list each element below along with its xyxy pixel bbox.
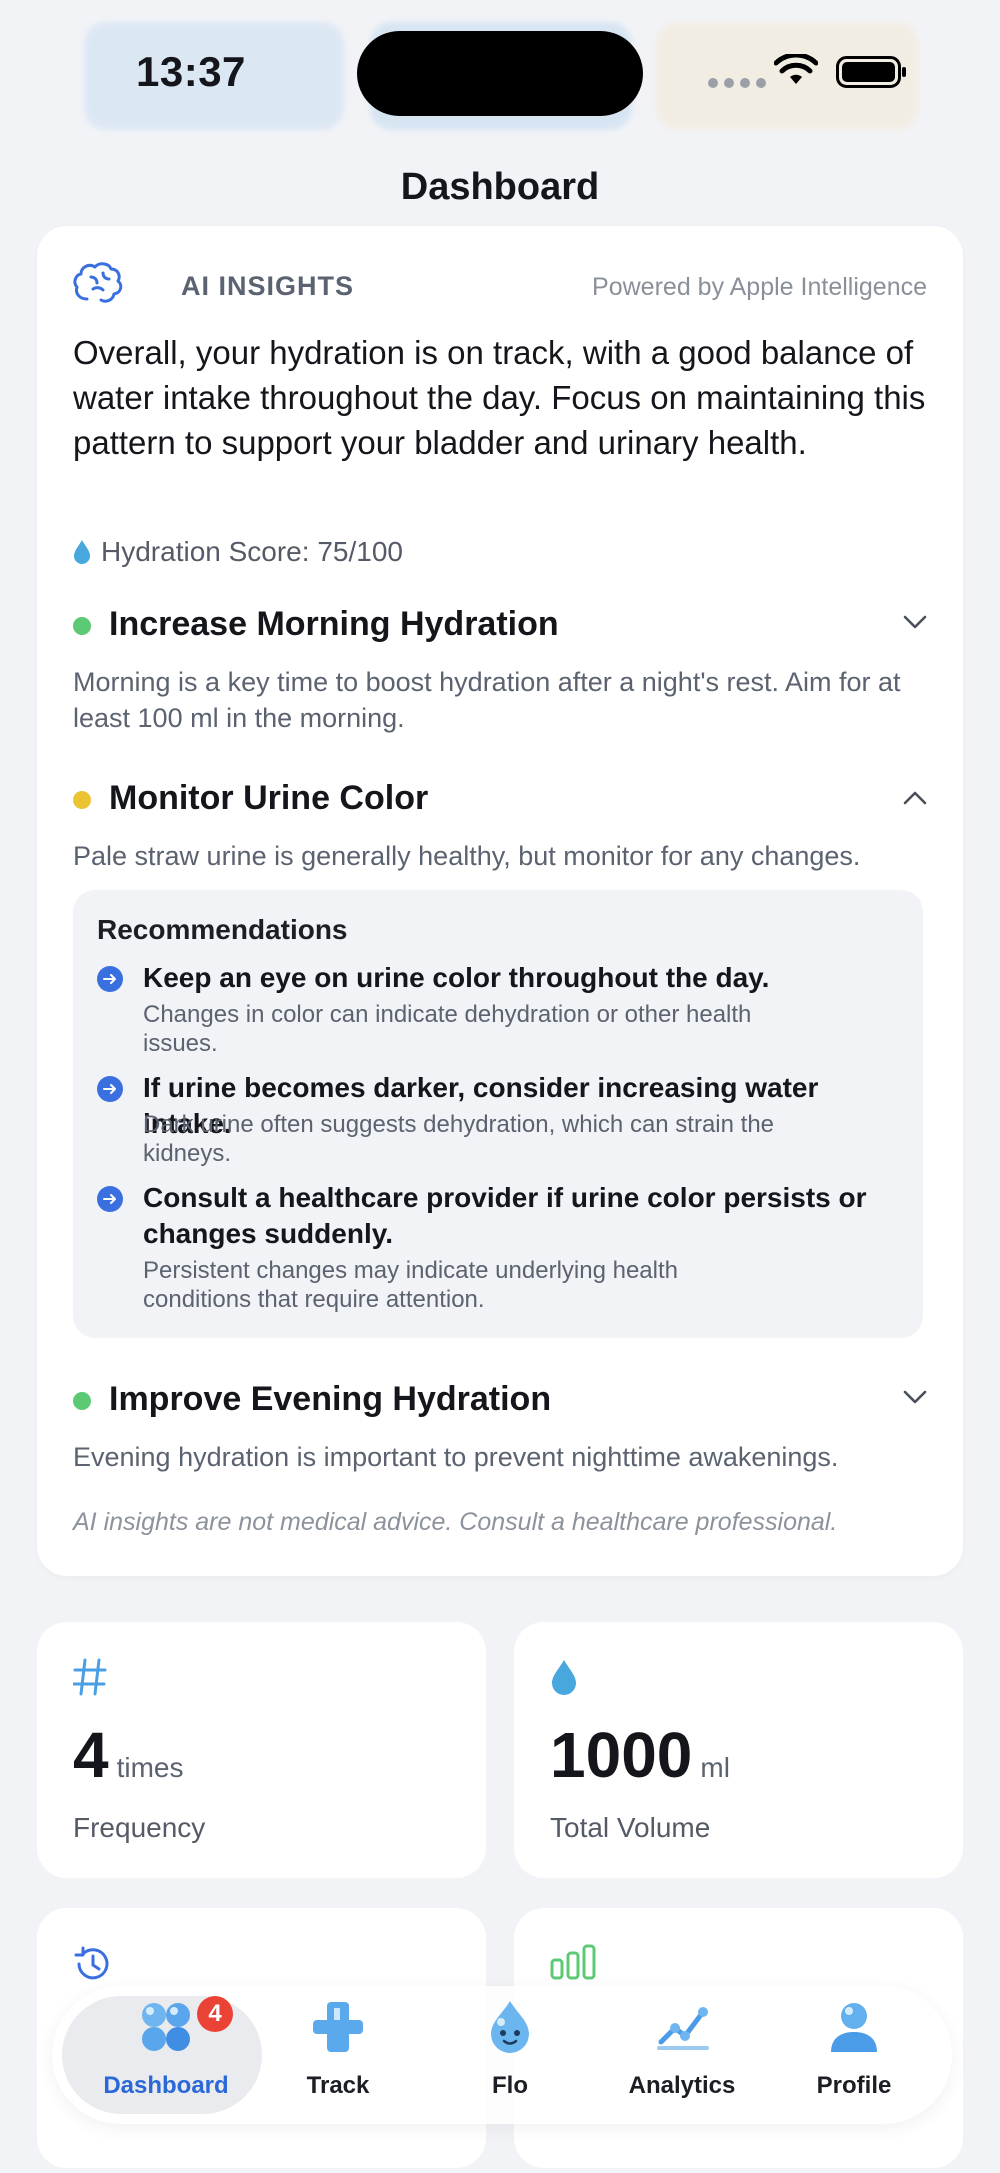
stat-number: 1000: [550, 1719, 693, 1791]
tab-track[interactable]: Track: [252, 1998, 424, 2114]
droplet-icon: [74, 540, 90, 564]
tab-analytics[interactable]: Analytics: [596, 1998, 768, 2114]
powered-by-text: Powered by Apple Intelligence: [592, 273, 927, 301]
frequency-card[interactable]: 4 times Frequency: [37, 1622, 486, 1878]
insight-title-morning[interactable]: Increase Morning Hydration: [109, 605, 559, 644]
tab-label: Track: [306, 2072, 370, 2099]
chevron-down-icon[interactable]: [903, 614, 927, 630]
signal-dots-icon: [708, 78, 766, 88]
brain-icon: [73, 262, 123, 303]
insight-description: Morning is a key time to boost hydration…: [73, 667, 901, 733]
dashboard-icon: [142, 2003, 190, 2051]
plus-icon: [313, 2002, 363, 2052]
recommendations-panel: Recommendations Keep an eye on urine col…: [73, 890, 923, 1338]
hydration-score: Hydration Score: 75/100: [73, 536, 403, 568]
history-icon: [74, 1946, 109, 1980]
tab-label: Profile: [816, 2072, 892, 2099]
status-time: 13:37: [136, 48, 246, 95]
status-bar: 13:37: [0, 0, 1000, 150]
stat-label: Frequency: [73, 1812, 206, 1843]
tab-profile[interactable]: Profile: [768, 1998, 940, 2114]
insight-title-urine-color[interactable]: Monitor Urine Color: [109, 779, 428, 818]
wifi-icon: [774, 54, 818, 84]
hydration-score-text: Hydration Score: 75/100: [101, 536, 403, 567]
stat-label: Total Volume: [550, 1812, 711, 1843]
recommendation-detail: Dark urine often suggests dehydration, w…: [143, 1111, 775, 1167]
ai-summary: Overall, your hydration is on track, wit…: [73, 334, 926, 461]
recommendation-title: Consult a healthcare provider if urine c…: [143, 1182, 867, 1249]
recommendation-detail: Changes in color can indicate dehydratio…: [143, 1001, 752, 1057]
notification-badge: 4: [197, 1996, 233, 2032]
page-title: Dashboard: [400, 166, 600, 208]
droplet-icon: [552, 1660, 576, 1695]
recommendation-detail: Persistent changes may indicate underlyi…: [143, 1257, 678, 1313]
recommendations-heading: Recommendations: [97, 914, 348, 945]
stat-unit: ml: [700, 1752, 730, 1783]
dynamic-island: [357, 31, 643, 116]
frequency-value: 4 times: [73, 1718, 184, 1792]
tab-label: Flo: [492, 2072, 528, 2099]
insight-description: Pale straw urine is generally healthy, b…: [73, 841, 861, 871]
arrow-right-circle-icon: [97, 1076, 123, 1102]
chevron-down-icon[interactable]: [903, 1389, 927, 1405]
arrow-right-circle-icon: [97, 1186, 123, 1212]
bar-chart-icon: [550, 1944, 596, 1980]
recommendation-title: Keep an eye on urine color throughout th…: [143, 962, 770, 993]
ai-disclaimer: AI insights are not medical advice. Cons…: [73, 1508, 838, 1536]
stat-number: 4: [73, 1719, 109, 1791]
flo-droplet-icon: [491, 2001, 529, 2053]
total-volume-value: 1000 ml: [550, 1718, 730, 1792]
hash-icon: [73, 1658, 107, 1696]
total-volume-card[interactable]: 1000 ml Total Volume: [514, 1622, 963, 1878]
tab-flo[interactable]: Flo: [424, 1998, 596, 2114]
tab-label: Dashboard: [103, 2072, 229, 2099]
ai-insights-header: AI INSIGHTS Powered by Apple Intelligenc…: [73, 261, 927, 311]
insight-description: Evening hydration is important to preven…: [73, 1442, 839, 1472]
insight-title-evening[interactable]: Improve Evening Hydration: [109, 1380, 551, 1419]
status-dot: [73, 617, 91, 635]
ai-insights-card: AI INSIGHTS Powered by Apple Intelligenc…: [37, 226, 963, 1576]
tab-label: Analytics: [628, 2072, 736, 2099]
status-dot: [73, 1392, 91, 1410]
chart-icon: [657, 2007, 709, 2050]
chevron-up-icon[interactable]: [903, 790, 927, 806]
ai-insights-label: AI INSIGHTS: [181, 271, 355, 301]
stat-unit: times: [116, 1752, 184, 1783]
tab-bar: 4 Dashboard Track Flo Analytics Profile: [52, 1986, 952, 2124]
arrow-right-circle-icon: [97, 966, 123, 992]
battery-icon: [836, 56, 906, 88]
tab-dashboard[interactable]: 4 Dashboard: [80, 1996, 252, 2114]
person-icon: [831, 2003, 877, 2052]
status-dot: [73, 791, 91, 809]
